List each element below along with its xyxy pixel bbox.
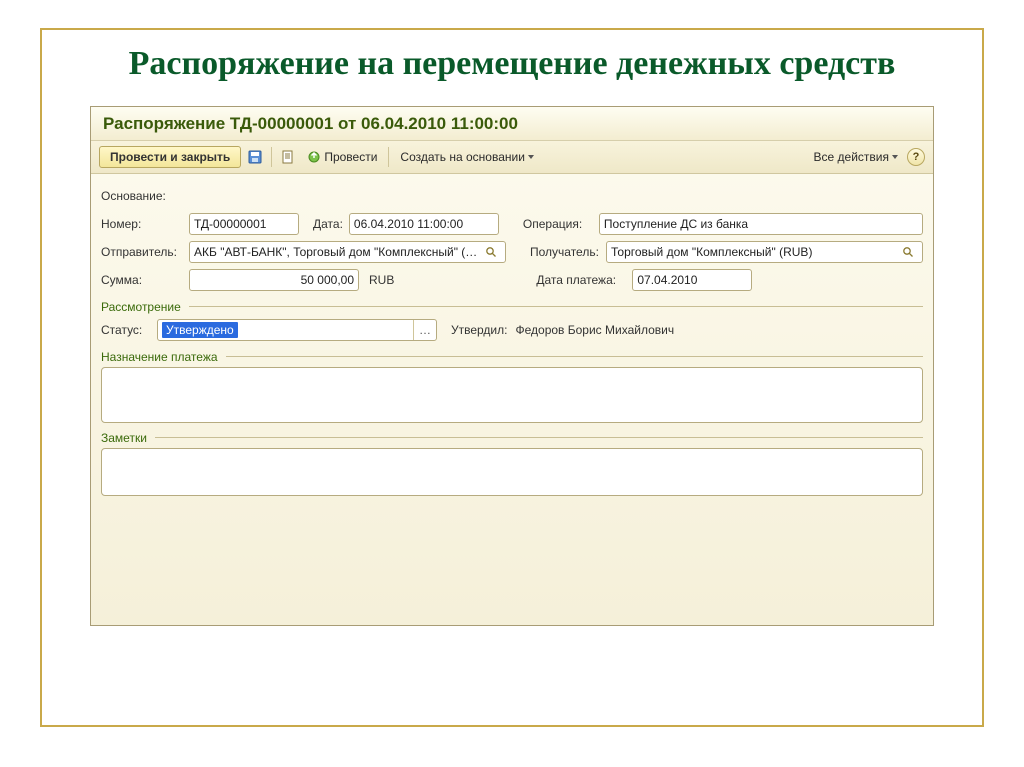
chevron-down-icon bbox=[892, 155, 898, 159]
date-value: 06.04.2010 11:00:00 bbox=[354, 217, 494, 231]
approved-by-label: Утвердил: bbox=[451, 323, 507, 337]
operation-value: Поступление ДС из банка bbox=[604, 217, 918, 231]
purpose-textarea[interactable] bbox=[101, 367, 923, 423]
notes-group: Заметки bbox=[101, 431, 923, 445]
document-title: Распоряжение ТД-00000001 от 06.04.2010 1… bbox=[91, 107, 933, 141]
create-based-label: Создать на основании bbox=[400, 150, 525, 164]
ellipsis-icon[interactable]: … bbox=[413, 320, 436, 340]
date-field[interactable]: 06.04.2010 11:00:00 bbox=[349, 213, 499, 235]
number-field[interactable]: ТД-00000001 bbox=[189, 213, 299, 235]
help-icon[interactable]: ? bbox=[907, 148, 925, 166]
operation-field[interactable]: Поступление ДС из банка bbox=[599, 213, 923, 235]
search-icon[interactable] bbox=[902, 246, 918, 258]
approved-by-value: Федоров Борис Михайлович bbox=[515, 323, 674, 337]
create-based-on-button[interactable]: Создать на основании bbox=[395, 148, 539, 166]
receiver-label: Получатель: bbox=[530, 245, 600, 259]
date-label: Дата: bbox=[313, 217, 343, 231]
basis-label: Основание: bbox=[101, 189, 183, 203]
app-window: Распоряжение ТД-00000001 от 06.04.2010 1… bbox=[90, 106, 934, 626]
separator bbox=[388, 147, 389, 167]
all-actions-label: Все действия bbox=[814, 150, 889, 164]
sum-field[interactable]: 50 000,00 bbox=[189, 269, 359, 291]
post-label: Провести bbox=[324, 150, 377, 164]
document-icon[interactable] bbox=[278, 147, 298, 167]
status-field[interactable]: Утверждено … bbox=[157, 319, 437, 341]
receiver-value: Торговый дом "Комплексный" (RUB) bbox=[611, 245, 902, 259]
sum-label: Сумма: bbox=[101, 273, 183, 287]
review-group-label: Рассмотрение bbox=[101, 300, 181, 314]
paydate-field[interactable]: 07.04.2010 bbox=[632, 269, 752, 291]
slide-title: Распоряжение на перемещение денежных сре… bbox=[40, 25, 984, 98]
status-label: Статус: bbox=[101, 323, 151, 337]
form-area: Основание: Номер: ТД-00000001 Дата: 06.0… bbox=[91, 174, 933, 506]
notes-textarea[interactable] bbox=[101, 448, 923, 496]
post-and-close-button[interactable]: Провести и закрыть bbox=[99, 146, 241, 168]
chevron-down-icon bbox=[528, 155, 534, 159]
sender-label: Отправитель: bbox=[101, 245, 183, 259]
number-label: Номер: bbox=[101, 217, 183, 231]
paydate-value: 07.04.2010 bbox=[637, 273, 747, 287]
review-group: Рассмотрение bbox=[101, 300, 923, 314]
paydate-label: Дата платежа: bbox=[536, 273, 626, 287]
toolbar: Провести и закрыть Провести Создать на о… bbox=[91, 141, 933, 174]
sender-value: АКБ "АВТ-БАНК", Торговый дом "Комплексны… bbox=[194, 245, 485, 259]
search-icon[interactable] bbox=[485, 246, 501, 258]
all-actions-button[interactable]: Все действия bbox=[809, 148, 903, 166]
separator bbox=[271, 147, 272, 167]
sum-currency: RUB bbox=[369, 273, 394, 287]
receiver-field[interactable]: Торговый дом "Комплексный" (RUB) bbox=[606, 241, 923, 263]
sender-field[interactable]: АКБ "АВТ-БАНК", Торговый дом "Комплексны… bbox=[189, 241, 506, 263]
number-value: ТД-00000001 bbox=[194, 217, 294, 231]
post-button[interactable]: Провести bbox=[302, 148, 382, 166]
purpose-group: Назначение платежа bbox=[101, 350, 923, 364]
status-value: Утверждено bbox=[162, 322, 238, 338]
sum-value: 50 000,00 bbox=[194, 273, 354, 287]
operation-label: Операция: bbox=[523, 217, 593, 231]
notes-group-label: Заметки bbox=[101, 431, 147, 445]
save-icon[interactable] bbox=[245, 147, 265, 167]
purpose-group-label: Назначение платежа bbox=[101, 350, 218, 364]
